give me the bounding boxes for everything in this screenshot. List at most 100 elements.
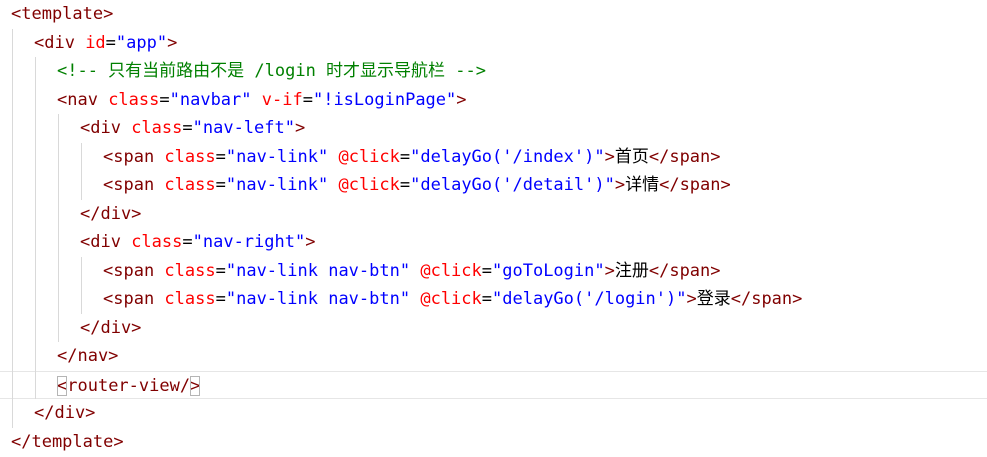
code-line[interactable]: <div id="app"> [0, 29, 987, 58]
code-token-text: = [182, 232, 193, 252]
code-token-value: "goToLogin" [492, 260, 605, 281]
code-line[interactable]: </div> [0, 399, 987, 428]
code-token-text: = [481, 289, 493, 309]
code-token-tag: </span> [648, 146, 721, 167]
code-token-attr: class [164, 260, 216, 281]
code-line[interactable]: <div class="nav-left"> [0, 114, 987, 143]
code-token-text: = [215, 146, 226, 167]
code-token-value: "nav-right" [192, 232, 306, 252]
code-token-tag: > [190, 375, 201, 396]
code-line[interactable]: </div> [0, 200, 987, 229]
code-token-tag: <div [80, 232, 132, 252]
code-token-tag: </div> [80, 203, 142, 224]
code-token-text: = [215, 289, 226, 309]
code-token-tag: > [604, 146, 615, 167]
code-token-tag: > [456, 89, 467, 110]
code-token-text: = [182, 118, 193, 138]
code-line[interactable]: <nav class="navbar" v-if="!isLoginPage"> [0, 86, 987, 115]
code-token-tag: <span [103, 175, 165, 195]
code-token-value: "nav-link nav-btn" [225, 260, 411, 281]
code-token-tag: </nav> [57, 346, 119, 366]
code-token-attr: class [164, 175, 216, 195]
code-token-attr: @click [420, 289, 482, 309]
code-token-text: = [159, 89, 170, 110]
code-token-tag: > [305, 232, 316, 252]
code-token-tag: </div> [34, 403, 96, 423]
code-token-attr: class [131, 232, 183, 252]
code-token-value: "navbar" [169, 89, 252, 110]
code-token-attr: @click [338, 146, 400, 167]
code-token-tag: </div> [80, 317, 142, 338]
code-token-tag: <div [34, 32, 86, 53]
code-token-attr: id [85, 32, 106, 53]
code-line[interactable]: <template> [0, 0, 987, 29]
code-token-text: = [481, 260, 493, 281]
code-token-attr: class [164, 289, 216, 309]
code-token-value: "nav-link" [225, 175, 329, 195]
code-token-attr: class [108, 89, 160, 110]
code-token-tag: > [294, 118, 306, 138]
code-token-text: 首页 [614, 146, 649, 167]
code-token-attr: v-if [261, 89, 303, 110]
code-line[interactable]: <span class="nav-link" @click="delayGo('… [0, 171, 987, 200]
indent-guide [12, 28, 13, 428]
code-token-tag: router-view/ [67, 375, 191, 396]
code-token-text: = [302, 89, 313, 110]
code-token-tag: < [57, 375, 68, 396]
code-line[interactable]: <div class="nav-right"> [0, 228, 987, 257]
code-token-attr: @click [420, 260, 482, 281]
code-token-tag: <template> [11, 4, 114, 24]
code-token-value: "delayGo('/login')" [492, 289, 687, 309]
code-token-attr: class [131, 118, 183, 138]
code-token-tag: </span> [648, 260, 721, 281]
code-line[interactable]: </template> [0, 428, 987, 457]
code-token-tag: <div [80, 118, 132, 138]
indent-guide [81, 256, 82, 314]
code-token-text: 详情 [625, 175, 660, 195]
code-token-value: "delayGo('/detail')" [410, 175, 615, 195]
code-token-tag: > [614, 175, 626, 195]
code-token-tag: <span [103, 260, 165, 281]
indent-guide [81, 142, 82, 200]
code-token-tag: > [604, 260, 615, 281]
code-token-attr: class [164, 146, 216, 167]
code-token-tag: </span> [659, 175, 731, 195]
code-token-text: 注册 [614, 260, 649, 281]
code-token-value: "nav-left" [192, 118, 295, 138]
code-token-attr: @click [338, 175, 400, 195]
code-token-tag: <span [103, 289, 165, 309]
code-line[interactable]: <span class="nav-link nav-btn" @click="g… [0, 257, 987, 286]
code-token-value: "app" [115, 32, 168, 53]
code-line[interactable]: </nav> [0, 342, 987, 371]
code-token-tag: > [167, 32, 178, 53]
code-editor[interactable]: <template> <div id="app"> <!-- 只有当前路由不是 /l… [0, 0, 987, 457]
indent-guide [35, 57, 36, 399]
code-token-tag: > [686, 289, 697, 309]
code-token-text: = [399, 175, 411, 195]
code-token-text: 登录 [696, 289, 731, 309]
code-line[interactable]: </div> [0, 314, 987, 343]
code-token-tag: </template> [11, 431, 124, 452]
code-token-text: = [399, 146, 411, 167]
code-token-value: "nav-link" [225, 146, 329, 167]
code-token-text: = [215, 175, 226, 195]
code-line[interactable]: <!-- 只有当前路由不是 /login 时才显示导航栏 --> [0, 57, 987, 86]
code-line[interactable]: <router-view/> [0, 370, 987, 399]
code-token-tag: </span> [730, 289, 803, 309]
indent-guide [58, 114, 59, 342]
code-line[interactable]: <span class="nav-link" @click="delayGo('… [0, 143, 987, 172]
code-token-value: "delayGo('/index')" [410, 146, 605, 167]
code-token-text: = [105, 32, 116, 53]
code-token-value: "nav-link nav-btn" [225, 289, 411, 309]
code-token-tag: <span [103, 146, 165, 167]
code-token-text: = [215, 260, 226, 281]
code-line[interactable]: <span class="nav-link nav-btn" @click="d… [0, 285, 987, 314]
code-token-comment: <!-- 只有当前路由不是 /login 时才显示导航栏 --> [57, 61, 486, 81]
code-token-tag: <nav [57, 89, 109, 110]
code-token-value: "!isLoginPage" [312, 89, 457, 110]
